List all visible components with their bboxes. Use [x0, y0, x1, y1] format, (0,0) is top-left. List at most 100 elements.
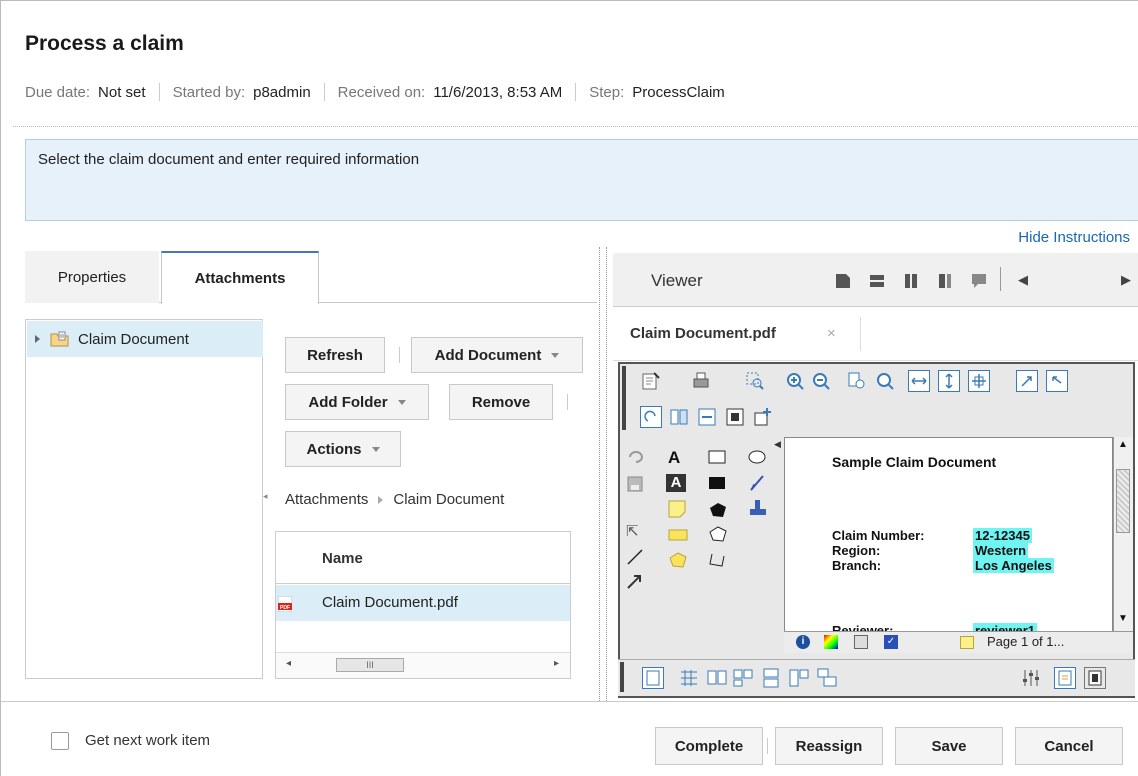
- breadcrumb-attachments[interactable]: Attachments: [285, 491, 368, 508]
- comment-icon[interactable]: [971, 273, 987, 294]
- zoom-out-icon[interactable]: [810, 370, 832, 392]
- checkbox-icon[interactable]: ✓: [884, 635, 898, 649]
- scroll-thumb[interactable]: III: [336, 658, 404, 672]
- scroll-left-icon[interactable]: ◂: [286, 658, 291, 669]
- column-header-name[interactable]: Name: [322, 550, 363, 567]
- close-icon[interactable]: ×: [827, 325, 836, 342]
- layout-rows-icon[interactable]: [869, 273, 885, 294]
- zoom-fit-icon[interactable]: [846, 370, 868, 392]
- complete-button[interactable]: Complete: [655, 727, 763, 765]
- text-highlight-icon[interactable]: A: [666, 474, 686, 492]
- cascade-icon[interactable]: [816, 667, 838, 689]
- continuous-icon[interactable]: [732, 667, 754, 689]
- save-button[interactable]: Save: [895, 727, 1003, 765]
- info-icon[interactable]: i: [796, 635, 810, 649]
- tab-attachments[interactable]: Attachments: [161, 251, 319, 304]
- rotate-right-icon[interactable]: [1016, 370, 1038, 392]
- page-view-icon[interactable]: [642, 667, 664, 689]
- row-file-name: Claim Document.pdf: [322, 594, 458, 611]
- table-row[interactable]: PDF Claim Document.pdf: [276, 585, 570, 621]
- page-props-icon[interactable]: [1054, 667, 1076, 689]
- thumbnail-icon[interactable]: [854, 635, 868, 649]
- print-icon[interactable]: [690, 370, 712, 392]
- filled-rectangle-icon[interactable]: [708, 476, 726, 490]
- new-page-icon[interactable]: [752, 406, 774, 428]
- scroll-up-icon[interactable]: ▲: [1118, 439, 1128, 450]
- grid-view-icon[interactable]: [678, 667, 700, 689]
- color-icon[interactable]: [824, 635, 838, 649]
- single-page-icon[interactable]: [835, 273, 851, 294]
- hide-instructions-link[interactable]: Hide Instructions: [1018, 229, 1130, 246]
- footer-divider: [1, 701, 1138, 702]
- highlight-icon[interactable]: [668, 528, 688, 542]
- filled-polygon-icon[interactable]: [708, 502, 726, 517]
- zoom-actual-icon[interactable]: [874, 370, 896, 392]
- two-page-icon[interactable]: [706, 667, 728, 689]
- stacked-icon[interactable]: [760, 667, 782, 689]
- side-by-side-icon[interactable]: [788, 667, 810, 689]
- started-by-label: Started by:: [172, 83, 246, 101]
- horizontal-scrollbar[interactable]: ◂ III ▸: [276, 652, 570, 678]
- flip-icon[interactable]: [668, 406, 690, 428]
- tab-properties[interactable]: Properties: [25, 251, 159, 303]
- scroll-down-icon[interactable]: ▼: [1118, 613, 1128, 624]
- reassign-button[interactable]: Reassign: [775, 727, 883, 765]
- remove-button[interactable]: Remove: [449, 384, 553, 420]
- text-annotation-icon[interactable]: A: [668, 448, 686, 467]
- fit-height-icon[interactable]: [938, 370, 960, 392]
- filled-polygon-yellow-icon[interactable]: [668, 552, 687, 568]
- adjust-icon[interactable]: [1020, 667, 1042, 689]
- undo-icon[interactable]: [626, 450, 644, 464]
- expand-arrow-icon[interactable]: [35, 335, 40, 343]
- arrow-icon[interactable]: [626, 572, 644, 589]
- grid-header: Name: [276, 532, 570, 584]
- note-icon[interactable]: [960, 636, 974, 649]
- invert-icon[interactable]: [696, 406, 718, 428]
- pdf-icon: PDF: [277, 595, 293, 616]
- svg-text:PDF: PDF: [280, 605, 290, 611]
- zoom-in-icon[interactable]: [784, 370, 806, 392]
- add-folder-button[interactable]: Add Folder: [285, 384, 429, 420]
- next-icon[interactable]: ▶: [1121, 272, 1131, 288]
- layout-columns-icon[interactable]: [903, 273, 919, 294]
- rotate-left-icon[interactable]: [1046, 370, 1068, 392]
- add-document-button[interactable]: Add Document: [411, 337, 583, 373]
- scroll-right-icon[interactable]: ▸: [554, 658, 559, 669]
- toolbar-grip: [622, 366, 626, 430]
- annotate-icon[interactable]: [640, 370, 662, 392]
- tree-item-claim-document[interactable]: Claim Document: [27, 321, 263, 357]
- save-annotation-icon[interactable]: [626, 476, 644, 492]
- breadcrumb-claim-document[interactable]: Claim Document: [393, 491, 504, 508]
- magnifier-icon[interactable]: [724, 406, 746, 428]
- fit-page-icon[interactable]: [968, 370, 990, 392]
- actions-button[interactable]: Actions: [285, 431, 401, 467]
- refresh-button[interactable]: Refresh: [285, 337, 385, 373]
- sidebar-toggle-icon[interactable]: [1084, 667, 1106, 689]
- rotate-page-icon[interactable]: [640, 406, 662, 428]
- fit-width-icon[interactable]: [908, 370, 930, 392]
- pane-splitter[interactable]: [599, 247, 607, 701]
- instructions-text: Select the claim document and enter requ…: [38, 151, 420, 168]
- pen-icon[interactable]: [748, 474, 766, 491]
- collapse-handle-icon[interactable]: ◂: [263, 491, 268, 502]
- viewer-tab-claim-document[interactable]: Claim Document.pdf: [630, 325, 776, 342]
- stamp-icon[interactable]: [748, 498, 766, 515]
- document-vertical-scrollbar[interactable]: ▲ ▼: [1113, 437, 1133, 632]
- meta-divider: [575, 83, 577, 101]
- previous-icon[interactable]: ◀: [1018, 272, 1028, 288]
- layout-split-icon[interactable]: [937, 273, 953, 294]
- line-icon[interactable]: [626, 548, 644, 565]
- toolbar-divider: [399, 347, 400, 363]
- zoom-region-icon[interactable]: [744, 370, 766, 392]
- pointer-icon[interactable]: ⇱: [626, 522, 644, 540]
- sticky-note-icon[interactable]: [668, 500, 686, 518]
- meta-divider: [158, 83, 160, 101]
- rectangle-icon[interactable]: [708, 450, 726, 464]
- open-polygon-icon[interactable]: [708, 552, 726, 567]
- oval-icon[interactable]: [748, 450, 766, 464]
- cancel-button[interactable]: Cancel: [1015, 727, 1123, 765]
- scroll-thumb[interactable]: [1116, 469, 1130, 533]
- polygon-icon[interactable]: [708, 526, 727, 542]
- get-next-work-item-checkbox[interactable]: [51, 732, 69, 750]
- palette-collapse-icon[interactable]: ◀: [774, 439, 781, 450]
